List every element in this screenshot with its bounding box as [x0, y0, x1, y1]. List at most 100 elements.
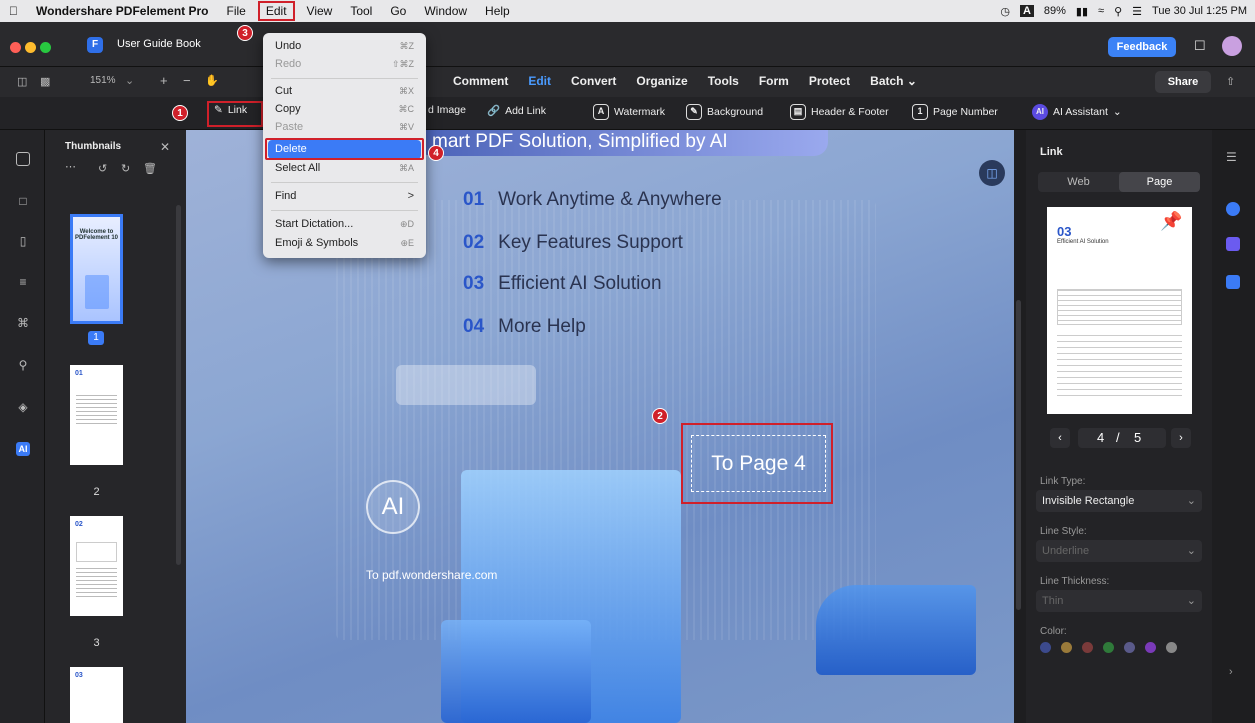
line-thickness-select[interactable]: Thin ⌄ [1036, 590, 1202, 612]
watermark-button[interactable]: A Watermark [593, 104, 665, 120]
tab-form[interactable]: Form [759, 74, 789, 88]
tab-convert[interactable]: Convert [571, 74, 616, 88]
datetime[interactable]: Tue 30 Jul 1:25 PM [1152, 5, 1247, 17]
app-name[interactable]: Wondershare PDFelement Pro [27, 0, 218, 22]
tab-organize[interactable]: Organize [636, 74, 687, 88]
link-tool-button[interactable]: ✎ Link [214, 104, 247, 116]
input-source-icon[interactable]: A [1019, 5, 1034, 17]
color-swatch[interactable] [1082, 642, 1093, 653]
signature-icon[interactable]: ◈ [16, 400, 30, 414]
control-center-icon[interactable]: ☰ [1132, 5, 1142, 18]
link-annotation[interactable]: To Page 4 [691, 435, 826, 492]
menu-item-redo[interactable]: Redo ⇧⌘Z [263, 55, 426, 74]
zoom-window-button[interactable] [40, 42, 51, 53]
add-image-button[interactable]: d Image [428, 104, 466, 116]
close-window-button[interactable] [10, 42, 21, 53]
trash-icon[interactable]: 🗑 [143, 162, 157, 175]
battery-icon[interactable]: ▮▮ [1076, 5, 1088, 18]
menu-item-select-all[interactable]: Select All ⌘A [263, 159, 426, 178]
menu-item-paste[interactable]: Paste ⌘V [263, 118, 426, 137]
translate-icon[interactable] [1226, 275, 1240, 289]
menu-item-find[interactable]: Find > [263, 187, 426, 206]
bell-icon[interactable]: ☐ [1194, 38, 1206, 54]
thumbnails-panel-icon[interactable] [16, 152, 30, 166]
tab-edit[interactable]: Edit [528, 74, 551, 88]
floating-tool-icon[interactable]: ◫ [979, 160, 1005, 186]
add-link-button[interactable]: 🔗 Add Link [487, 104, 546, 118]
menu-item-cut[interactable]: Cut ⌘X [263, 82, 426, 101]
background-button[interactable]: ✎ Background [686, 104, 763, 120]
link-target-preview[interactable]: 03 Efficient AI Solution 📌 [1047, 207, 1192, 414]
color-swatch[interactable] [1061, 642, 1072, 653]
apple-icon[interactable]:  [0, 0, 27, 22]
menu-item-undo[interactable]: Undo ⌘Z [263, 37, 426, 56]
properties-sliders-icon[interactable]: ☰ [1226, 150, 1237, 164]
next-page-button[interactable]: › [1171, 428, 1191, 448]
time-machine-icon[interactable]: ◷ [1000, 5, 1010, 18]
thumbnail-page-3[interactable]: 02 [70, 516, 123, 616]
menu-item-dictation[interactable]: Start Dictation... ⊕D [263, 215, 426, 234]
attachment-icon[interactable]: ⌘ [16, 316, 30, 330]
avatar[interactable] [1222, 36, 1242, 56]
url-link-text[interactable]: To pdf.wondershare.com [366, 568, 497, 582]
zoom-level[interactable]: 151% [90, 75, 116, 86]
document-scrollbar[interactable] [1016, 300, 1021, 610]
document-tab[interactable]: User Guide Book [117, 38, 201, 50]
tab-page[interactable]: Page [1119, 172, 1200, 192]
menu-go[interactable]: Go [381, 0, 415, 22]
thumbnail-page-2[interactable]: 01 [70, 365, 123, 465]
menu-edit[interactable]: Edit [257, 1, 295, 21]
zoom-dropdown-icon[interactable]: ⌄ [125, 74, 134, 87]
tab-comment[interactable]: Comment [453, 74, 508, 88]
thumbnail-page-4[interactable]: 03 [70, 667, 123, 723]
line-style-select[interactable]: Underline ⌄ [1036, 540, 1202, 562]
menu-item-copy[interactable]: Copy ⌘C [263, 100, 426, 119]
sidebar-toggle-icon[interactable]: ◫ [17, 75, 27, 88]
spotlight-icon[interactable]: ⚲ [1114, 5, 1122, 18]
tab-batch[interactable]: Batch ⌄ [870, 74, 917, 88]
layers-icon[interactable]: ≡ [16, 275, 30, 289]
hand-tool-icon[interactable]: ✋ [205, 74, 219, 87]
menu-file[interactable]: File [218, 0, 255, 22]
ai-assistant-button[interactable]: AI AI Assistant ⌄ [1032, 104, 1122, 120]
menu-window[interactable]: Window [415, 0, 476, 22]
wifi-icon[interactable]: ≈ [1098, 5, 1104, 17]
rotate-left-icon[interactable]: ↺ [98, 162, 107, 175]
cloud-upload-icon[interactable]: ⇧ [1226, 75, 1235, 88]
close-icon[interactable]: ✕ [160, 140, 170, 154]
menu-item-emoji[interactable]: Emoji & Symbols ⊕E [263, 234, 426, 253]
page-number-button[interactable]: 1 Page Number [912, 104, 998, 120]
thumbnails-scrollbar[interactable] [176, 205, 181, 565]
menu-view[interactable]: View [298, 0, 342, 22]
page-input[interactable] [1078, 428, 1166, 448]
color-swatch[interactable] [1166, 642, 1177, 653]
zoom-out-icon[interactable]: − [183, 73, 191, 88]
prev-page-button[interactable]: ‹ [1050, 428, 1070, 448]
color-swatch[interactable] [1124, 642, 1135, 653]
link-type-select[interactable]: Invisible Rectangle ⌄ [1036, 490, 1202, 512]
more-icon[interactable]: ⋯ [65, 160, 76, 173]
menu-help[interactable]: Help [476, 0, 519, 22]
chevron-right-icon[interactable]: › [1229, 666, 1233, 678]
color-swatch[interactable] [1040, 642, 1051, 653]
color-swatch[interactable] [1145, 642, 1156, 653]
menu-tool[interactable]: Tool [341, 0, 381, 22]
view-mode-icon[interactable]: ▩ [40, 75, 50, 88]
minimize-window-button[interactable] [25, 42, 36, 53]
comment-icon[interactable]: □ [16, 194, 30, 208]
tab-protect[interactable]: Protect [809, 74, 850, 88]
tab-tools[interactable]: Tools [708, 74, 739, 88]
thumbnail-page-1[interactable]: Welcome to PDFelement 10 [70, 214, 123, 324]
color-swatch[interactable] [1103, 642, 1114, 653]
document-ai-icon[interactable] [1226, 237, 1240, 251]
feedback-button[interactable]: Feedback [1108, 37, 1176, 57]
chat-icon[interactable] [1226, 202, 1240, 216]
zoom-in-icon[interactable]: + [160, 73, 168, 88]
share-button[interactable]: Share [1155, 71, 1211, 93]
bookmark-icon[interactable]: ▯ [16, 234, 30, 248]
search-icon[interactable]: ⚲ [16, 358, 30, 372]
ai-panel-icon[interactable]: AI [16, 442, 30, 456]
tab-web[interactable]: Web [1038, 172, 1119, 192]
header-footer-button[interactable]: ▤ Header & Footer [790, 104, 889, 120]
rotate-right-icon[interactable]: ↻ [121, 162, 130, 175]
